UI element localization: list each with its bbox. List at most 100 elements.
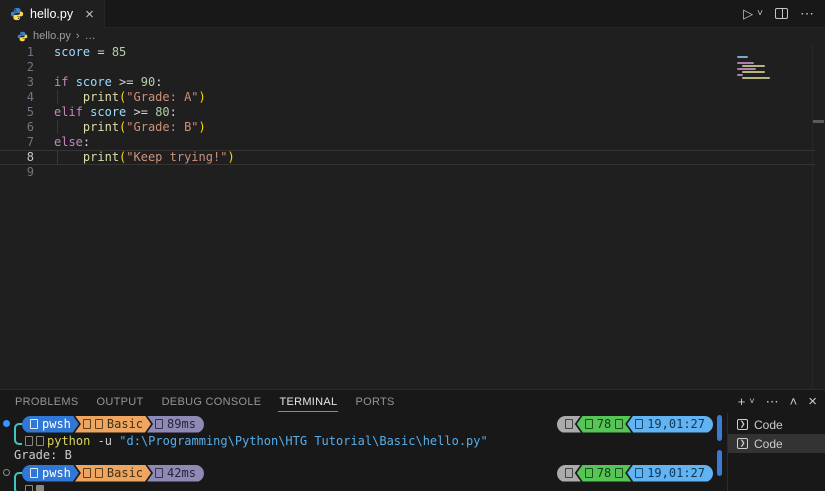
breadcrumb-symbol-ellipsis[interactable]: … (85, 30, 96, 42)
code-token: print (82, 120, 120, 134)
overview-cursor-mark (813, 120, 824, 123)
panel-toolbar: + ˅ ⋯ ˄ × (738, 390, 817, 413)
prompt-connector-bottom (14, 433, 22, 445)
command-placeholder-decoration[interactable] (3, 469, 10, 476)
terminal-scrollbar[interactable] (715, 413, 727, 491)
code-text-content: elif score >= 80: (34, 105, 177, 120)
minimap[interactable] (737, 56, 771, 83)
segment-label: pwsh (42, 417, 71, 431)
code-line[interactable]: 2 (0, 60, 825, 75)
code-token: 90 (140, 75, 156, 89)
prompt-segment-blue-19,01:27: 19,01:27 (627, 415, 713, 433)
terminal-more-actions-icon[interactable]: ⋯ (766, 395, 779, 408)
prompt-glyph-icon (36, 435, 44, 446)
nerd-glyph-icon (83, 419, 91, 429)
nerd-glyph-icon (30, 419, 38, 429)
minimap-line (742, 65, 766, 67)
nerd-glyph-icon (155, 468, 164, 478)
code-line[interactable]: 8 │ print("Keep trying!") (0, 150, 815, 165)
code-token: : (82, 135, 91, 149)
code-token: 85 (111, 45, 127, 59)
nerd-glyph-icon (585, 468, 593, 478)
launch-profile-dropdown-icon[interactable]: ˅ (749, 397, 754, 406)
terminal-list-item-label: Code (754, 436, 783, 451)
code-editor[interactable]: 1 score = 85 2 3 if score >= 90: 4 │ print("Gr… (0, 44, 825, 389)
terminal-list-item[interactable]: ❯ Code (728, 415, 825, 434)
editor-actions: ▷ ˅ ⋯ (743, 0, 825, 27)
code-line[interactable]: 9 (0, 165, 825, 180)
bottom-panel: PROBLEMS OUTPUT DEBUG CONSOLE TERMINAL PORTS… (0, 389, 825, 491)
code-area: 1 score = 85 2 3 if score >= 90: 4 │ print("Gr… (0, 45, 825, 180)
terminal-command-decoration (717, 450, 722, 476)
terminal-prompt-row: pwsh Basic 89ms 78 19,01:27 (3, 415, 715, 434)
run-python-file-button[interactable]: ▷ (743, 6, 753, 22)
breadcrumb[interactable]: hello.py › … (0, 28, 825, 44)
terminal-output-line: Grade: B (14, 448, 72, 462)
line-number: 1 (26, 45, 34, 59)
run-dropdown-icon[interactable]: ˅ (757, 8, 763, 19)
terminal-command-decoration (717, 415, 722, 441)
line-number: 2 (26, 60, 34, 74)
overview-ruler (812, 44, 825, 389)
breadcrumb-file[interactable]: hello.py (33, 30, 71, 42)
maximize-panel-icon[interactable]: ˄ (790, 395, 798, 408)
segment-label: 78 (596, 417, 612, 431)
prompt-glyph-icon (25, 435, 33, 446)
terminal-command-row[interactable]: python -u "d:\Programming\Python\HTG Tut… (14, 433, 715, 448)
code-text-content: │ print("Keep trying!") (34, 150, 235, 165)
editor-tab-hello-py[interactable]: hello.py × (0, 0, 105, 28)
line-number: 8 (26, 150, 34, 164)
code-token: >= (133, 105, 148, 119)
panel-tab-terminal[interactable]: TERMINAL (278, 392, 339, 412)
terminal-list: ❯ Code ❯ Code (727, 413, 825, 491)
terminal-icon: ❯ (737, 419, 748, 430)
panel-tab-debug-console[interactable]: DEBUG CONSOLE (161, 392, 263, 411)
line-number: 4 (26, 90, 34, 104)
terminal-area[interactable]: pwsh Basic 89ms 78 19,01:27 python -u "d:\Pro… (0, 413, 715, 491)
prompt-segment-green-78: 78 (577, 465, 631, 482)
minimap-line (742, 71, 766, 73)
panel-tab-output[interactable]: OUTPUT (96, 392, 145, 411)
code-line[interactable]: 7 else: (0, 135, 825, 150)
segment-label: Basic (106, 466, 144, 480)
segment-label: 19,01:27 (647, 466, 705, 480)
prompt-segment-time-89ms: 89ms (147, 415, 204, 433)
code-line[interactable]: 3 if score >= 90: (0, 75, 825, 90)
tab-label: hello.py (30, 7, 74, 21)
code-text-content (34, 60, 54, 75)
prompt-segment-blue-19,01:27: 19,01:27 (627, 464, 713, 482)
panel-tab-problems[interactable]: PROBLEMS (14, 392, 80, 411)
terminal-list-item[interactable]: ❯ Code (728, 434, 825, 453)
editor-more-actions-icon[interactable]: ⋯ (800, 5, 815, 22)
terminal-command-row[interactable] (14, 482, 715, 491)
nerd-glyph-icon (585, 419, 593, 429)
nerd-glyph-icon (83, 468, 91, 478)
minimap-line (737, 74, 743, 76)
line-number: 7 (26, 135, 34, 149)
nerd-glyph-icon (95, 468, 103, 478)
new-terminal-button[interactable]: + (738, 395, 746, 408)
code-line[interactable]: 6 │ print("Grade: B") (0, 120, 825, 135)
code-token: "Grade: A" (126, 90, 199, 104)
breadcrumb-separator: › (75, 30, 80, 42)
prompt-connector-bottom (14, 482, 22, 491)
code-token: else (54, 135, 83, 149)
code-line[interactable]: 5 elif score >= 80: (0, 105, 825, 120)
code-token: >= (119, 75, 134, 89)
code-line[interactable]: 4 │ print("Grade: A") (0, 90, 825, 105)
close-tab-icon[interactable]: × (85, 7, 94, 22)
code-line[interactable]: 1 score = 85 (0, 45, 825, 60)
split-editor-icon[interactable] (775, 8, 788, 19)
command-token: -u (90, 433, 120, 448)
nerd-glyph-icon (635, 468, 644, 478)
close-panel-icon[interactable]: × (808, 394, 817, 409)
panel-tab-ports[interactable]: PORTS (354, 392, 395, 411)
command-success-decoration[interactable] (3, 420, 10, 427)
